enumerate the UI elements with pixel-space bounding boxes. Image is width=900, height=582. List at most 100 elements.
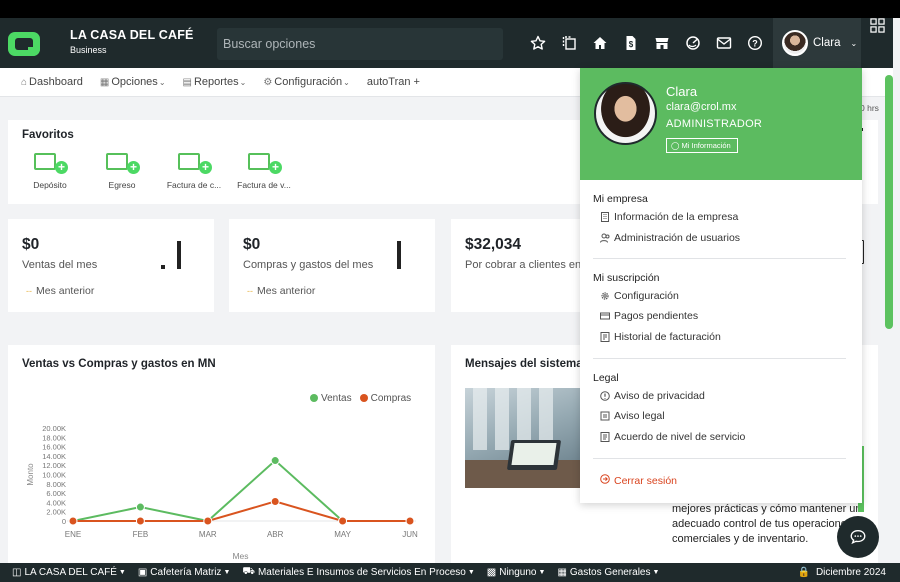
apps-grid-icon[interactable] [866, 14, 888, 36]
legend-compras[interactable]: Compras [359, 393, 411, 404]
caret-down-icon: ▼ [223, 569, 231, 576]
menu-item-empresa-info[interactable]: Información de la empresa [600, 211, 738, 223]
status-warehouse[interactable]: ⛟ Materiales E Insumos de Servicios En Pr… [242, 566, 474, 579]
caret-down-icon: ▼ [118, 569, 126, 576]
menu-item-label: Información de la empresa [614, 211, 739, 223]
user-menu-button[interactable]: Clara ⌄ [773, 18, 861, 68]
status-period[interactable]: 🔒 Diciembre 2024 [798, 567, 887, 578]
page-scrollbar[interactable] [885, 75, 893, 329]
status-label: Ninguno [499, 567, 537, 578]
lock-icon: 🔒 [797, 567, 810, 578]
section-legal: Legal [593, 372, 619, 384]
status-label: LA CASA DEL CAFÉ [24, 567, 117, 578]
business-name: LA CASA DEL CAFÉ [70, 28, 194, 42]
legend-ventas[interactable]: Ventas [310, 393, 352, 404]
table-icon: ▦ [557, 567, 567, 578]
copy-icon[interactable] [553, 32, 584, 54]
office-image [465, 388, 583, 488]
favorite-label: Factura de c... [166, 180, 222, 190]
stat-card-ventas[interactable]: $0 Ventas del mes -- Mes anterior [8, 219, 214, 312]
y-tick-label: 8.00K [46, 480, 66, 489]
menu-dashboard[interactable]: ⌂ Dashboard [21, 76, 83, 88]
info-icon [600, 391, 610, 401]
x-tick-label: ABR [267, 530, 284, 539]
building-icon [600, 212, 610, 222]
favorite-label: Egreso [108, 180, 136, 190]
dropdown-user-name: Clara [666, 84, 698, 99]
favorite-deposito[interactable]: + Depósito [15, 152, 85, 190]
user-dropdown: Clara clara@crol.mx ADMINISTRADOR ◯ Mi I… [580, 68, 862, 503]
mail-icon[interactable] [708, 32, 739, 54]
svg-text:$: $ [628, 40, 633, 49]
store-icon[interactable] [646, 32, 677, 54]
car-icon: ◫ [12, 567, 22, 578]
mini-bar-chart [161, 241, 181, 269]
y-tick-label: 20.00K [42, 424, 66, 433]
data-point-ventas [270, 456, 280, 466]
menu-item-users-admin[interactable]: Administración de usuarios [600, 232, 740, 244]
dropdown-user-role: ADMINISTRADOR [666, 118, 763, 130]
menu-item-historial-facturacion[interactable]: Historial de facturación [600, 331, 721, 343]
status-branch[interactable]: ▣ Cafetería Matriz ▼ [138, 567, 231, 578]
menu-item-label: Administración de usuarios [614, 232, 741, 244]
menu-opciones[interactable]: ▦ Opciones ⌄ [100, 76, 166, 88]
user-circle-icon: ◯ [671, 141, 682, 150]
caret-down-icon: ▼ [467, 569, 475, 576]
home-icon: ⌂ [21, 76, 28, 88]
status-cost-center[interactable]: ▦ Gastos Generales ▼ [557, 567, 659, 578]
invoice-icon: + [176, 152, 212, 174]
stat-label: Compras y gastos del mes [243, 259, 374, 271]
dropdown-user-email: clara@crol.mx [666, 101, 737, 113]
menu-item-aviso-privacidad[interactable]: Aviso de privacidad [600, 390, 705, 402]
favorite-egreso[interactable]: + Egreso [87, 152, 157, 190]
menu-configuracion[interactable]: ⚙ Configuración ⌄ [263, 76, 350, 88]
document-dollar-icon[interactable]: $ [615, 32, 646, 54]
menu-autotran[interactable]: autoTran + [367, 76, 420, 88]
my-info-button[interactable]: ◯ Mi Información [666, 138, 738, 153]
chevron-down-icon: ⌄ [343, 77, 350, 87]
menu-reportes[interactable]: ▤ Reportes ⌄ [183, 76, 247, 88]
stat-label: Por cobrar a clientes en M [465, 259, 594, 271]
status-bar: ◫ LA CASA DEL CAFÉ ▼ ▣ Cafetería Matriz ▼ ⛟ M… [0, 563, 900, 582]
divider [593, 458, 846, 459]
menu-item-configuracion[interactable]: Configuración [600, 290, 679, 302]
period-label: Diciembre 2024 [815, 567, 886, 578]
menu-item-label: Acuerdo de nivel de servicio [614, 431, 746, 443]
menu-item-aviso-legal[interactable]: Aviso legal [600, 410, 665, 422]
home-icon[interactable] [584, 32, 615, 54]
status-project[interactable]: ▩ Ninguno ▼ [487, 567, 546, 578]
x-tick-label: MAY [334, 530, 351, 539]
top-strip [0, 0, 900, 18]
x-tick-label: MAR [199, 530, 217, 539]
svg-text:?: ? [752, 38, 758, 48]
gear-icon: ⚙ [263, 76, 273, 88]
search-input[interactable]: Buscar opciones [217, 28, 503, 60]
help-icon[interactable]: ? [739, 32, 770, 54]
chat-button[interactable] [837, 516, 879, 558]
logout-button[interactable]: Cerrar sesión [600, 474, 677, 487]
legend-label: Ventas [321, 393, 352, 404]
status-company[interactable]: ◫ LA CASA DEL CAFÉ ▼ [12, 567, 126, 578]
app-logo[interactable] [8, 32, 40, 56]
menu-item-pagos-pendientes[interactable]: Pagos pendientes [600, 310, 698, 322]
star-icon[interactable] [522, 32, 553, 54]
chart-pie-icon[interactable] [677, 32, 708, 54]
data-point-compras [338, 516, 348, 526]
line-chart: 02.00K4.00K6.00K8.00K10.00K12.00K14.00K1… [26, 424, 418, 561]
calendar-icon: ▦ [99, 76, 110, 88]
menu-label: Opciones [111, 76, 158, 88]
x-tick-label: FEB [133, 530, 149, 539]
favorite-factura-compra[interactable]: + Factura de c... [159, 152, 229, 190]
chevron-down-icon: ⌄ [850, 38, 858, 48]
stat-amount: $0 [22, 236, 40, 253]
menu-item-acuerdo-servicio[interactable]: Acuerdo de nivel de servicio [600, 431, 745, 443]
stat-card-compras[interactable]: $0 Compras y gastos del mes -- Mes anteri… [229, 219, 435, 312]
folder-icon: ▩ [486, 567, 497, 578]
menu-item-label: Aviso legal [614, 410, 665, 422]
data-point-compras [203, 516, 213, 526]
stat-card-por-cobrar[interactable]: $32,034 Por cobrar a clientes en M [451, 219, 593, 312]
favorite-factura-venta[interactable]: + Factura de v... [229, 152, 299, 190]
sales-chart-card: Ventas vs Compras y gastos en MN Ventas … [8, 345, 435, 565]
chart-title: Ventas vs Compras y gastos en MN [22, 358, 216, 370]
menu-label: Dashboard [29, 76, 83, 88]
